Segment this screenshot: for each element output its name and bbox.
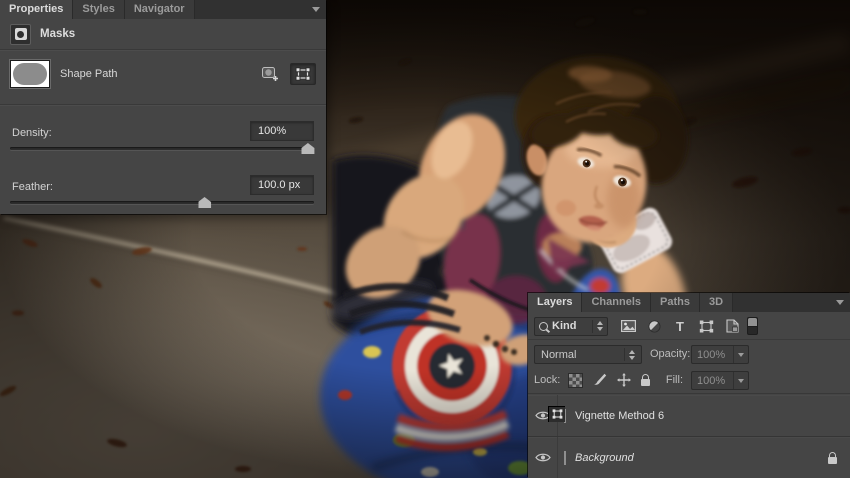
properties-tab-bar: Properties Styles Navigator: [0, 0, 326, 19]
tab-styles-label: Styles: [82, 3, 114, 15]
tab-channels-label: Channels: [591, 296, 641, 308]
tab-channels[interactable]: Channels: [582, 293, 651, 312]
filter-smart-objects-button[interactable]: [721, 316, 743, 336]
add-mask-icon: [262, 67, 279, 82]
vector-mask-badge-icon: [548, 406, 565, 422]
add-pixel-mask-button[interactable]: [257, 63, 283, 85]
lock-position-move-icon[interactable]: [617, 373, 631, 387]
feather-slider-thumb[interactable]: [198, 197, 211, 208]
pixel-layer-icon: [621, 320, 636, 332]
opacity-dropdown-arrow[interactable]: [733, 346, 748, 363]
filter-type-layers-button[interactable]: T: [669, 316, 691, 336]
shape-layer-icon: [699, 320, 714, 333]
density-label: Density:: [12, 127, 52, 139]
tab-properties-label: Properties: [9, 3, 63, 15]
photoshop-workspace: Properties Styles Navigator Masks Shape …: [0, 0, 850, 478]
lock-row: Lock: Fill: 100%: [528, 367, 850, 394]
tab-paths-label: Paths: [660, 296, 690, 308]
opacity-value: 100%: [692, 349, 733, 361]
shape-path-row: Shape Path: [0, 50, 326, 98]
lock-paint-brush-icon[interactable]: [593, 373, 607, 387]
layer-list: Vignette Method 6 Background: [528, 395, 850, 478]
tab-layers[interactable]: Layers: [528, 293, 582, 312]
tab-3d-label: 3D: [709, 296, 723, 308]
divider: [0, 104, 326, 105]
tab-layers-label: Layers: [537, 296, 572, 308]
layer-row-background[interactable]: Background: [528, 437, 850, 478]
tab-navigator-label: Navigator: [134, 3, 185, 15]
tab-paths[interactable]: Paths: [651, 293, 700, 312]
vector-mask-icon: [295, 67, 311, 81]
fill-dropdown-arrow[interactable]: [733, 372, 748, 389]
tab-properties[interactable]: Properties: [0, 0, 73, 19]
layer-locked-icon: [828, 457, 837, 464]
density-value-field[interactable]: 100%: [250, 121, 314, 141]
opacity-input[interactable]: 100%: [691, 345, 749, 364]
shape-path-label: Shape Path: [60, 68, 118, 80]
tab-styles[interactable]: Styles: [73, 0, 124, 19]
properties-panel-menu-icon[interactable]: [306, 0, 326, 19]
layer-name[interactable]: Background: [575, 452, 634, 464]
opacity-label: Opacity:: [650, 348, 690, 360]
eye-icon: [535, 452, 551, 463]
filter-shape-layers-button[interactable]: [695, 316, 717, 336]
blend-mode-row: Normal Opacity: 100%: [528, 341, 850, 367]
density-slider-track[interactable]: [10, 147, 314, 150]
fill-label: Fill:: [637, 374, 683, 386]
feather-slider[interactable]: [10, 196, 314, 209]
lock-transparency-icon[interactable]: [568, 373, 583, 388]
masks-title: Masks: [40, 28, 75, 40]
feather-value-field[interactable]: 100.0 px: [250, 175, 314, 195]
lock-label: Lock:: [534, 374, 560, 386]
filter-kind-dropdown[interactable]: Kind: [534, 317, 608, 336]
feather-slider-track[interactable]: [10, 201, 314, 204]
tab-3d[interactable]: 3D: [700, 293, 733, 312]
density-slider[interactable]: [10, 142, 314, 155]
fill-input[interactable]: 100%: [691, 371, 749, 390]
vector-mask-button[interactable]: [290, 63, 316, 85]
masks-header-row: Masks: [0, 19, 326, 50]
layers-panel: Layers Channels Paths 3D Kind: [528, 293, 850, 478]
layer-row-vignette[interactable]: Vignette Method 6: [528, 395, 850, 437]
kind-stepper-icon: [592, 320, 603, 333]
layer-filter-row: Kind: [528, 313, 850, 340]
visibility-eye-toggle[interactable]: [528, 437, 558, 478]
blend-stepper-icon: [624, 348, 635, 361]
shape-path-thumbnail[interactable]: [10, 60, 50, 88]
density-slider-thumb[interactable]: [301, 143, 314, 154]
layers-tab-bar: Layers Channels Paths 3D: [528, 293, 850, 312]
layers-panel-menu-icon[interactable]: [830, 293, 850, 312]
mask-icon: [10, 24, 31, 45]
tab-navigator[interactable]: Navigator: [125, 0, 195, 19]
type-layer-icon: T: [676, 320, 684, 333]
background-layer-thumbnail[interactable]: [564, 451, 566, 465]
layer-name[interactable]: Vignette Method 6: [575, 410, 664, 422]
smart-object-icon: [726, 319, 739, 333]
filter-adjustment-layers-button[interactable]: [643, 316, 665, 336]
filter-kind-label: Kind: [552, 320, 576, 332]
adjustment-layer-icon: [648, 320, 661, 333]
blend-mode-value: Normal: [541, 349, 576, 361]
properties-panel: Properties Styles Navigator Masks Shape …: [0, 0, 326, 214]
feather-label: Feather:: [12, 181, 53, 193]
filter-toggle-switch[interactable]: [747, 317, 758, 335]
blend-mode-select[interactable]: Normal: [534, 345, 642, 364]
vignette-mask-thumbnail[interactable]: [564, 409, 566, 423]
fill-value: 100%: [692, 375, 733, 387]
search-icon: [539, 322, 548, 331]
filter-pixel-layers-button[interactable]: [617, 316, 639, 336]
